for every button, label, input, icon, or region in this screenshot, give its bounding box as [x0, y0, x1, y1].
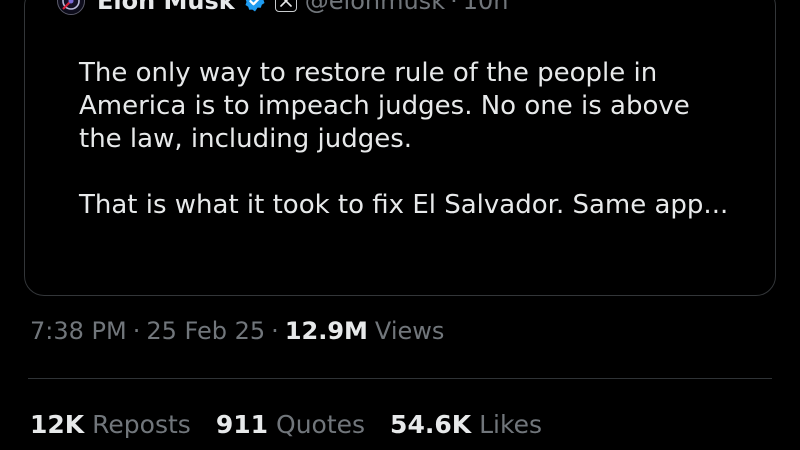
views-label: Views [374, 317, 445, 345]
quotes-stat[interactable]: 911 Quotes [216, 410, 365, 439]
likes-label: Likes [479, 409, 542, 439]
quoted-post-card[interactable]: Elon Musk @elonmusk · 10h The only way t… [24, 0, 776, 296]
reposts-stat[interactable]: 12K Reposts [30, 410, 191, 439]
text-line: America is to impeach judges. No one is … [79, 91, 690, 121]
verified-badge-icon [243, 0, 267, 13]
author-name[interactable]: Elon Musk [97, 0, 235, 15]
x-logo-icon [274, 0, 297, 12]
quoted-post-text: The only way to restore rule of the peop… [79, 57, 779, 222]
text-line: the law, including judges. [79, 124, 413, 154]
meta-separator: · [271, 317, 279, 345]
text-line: That is what it took to fix El Salvador.… [79, 190, 729, 220]
header-separator: · [450, 0, 458, 15]
likes-count: 54.6K [390, 409, 472, 439]
author-avatar[interactable] [57, 0, 85, 15]
views-count: 12.9M [284, 317, 368, 345]
likes-stat[interactable]: 54.6K Likes [390, 410, 542, 439]
reposts-label: Reposts [92, 409, 191, 439]
reposts-count: 12K [30, 409, 85, 439]
text-line: The only way to restore rule of the peop… [79, 58, 658, 88]
meta-separator: · [132, 317, 141, 345]
quotes-count: 911 [215, 409, 269, 439]
post-time-ago[interactable]: 10h [463, 0, 509, 15]
quoted-post-header: Elon Musk @elonmusk · 10h [57, 0, 508, 15]
author-handle[interactable]: @elonmusk [305, 0, 445, 15]
post-date[interactable]: 25 Feb 25 [146, 317, 265, 345]
engagement-stats: 12K Reposts 911 Quotes 54.6K Likes [30, 406, 567, 442]
post-meta-line: 7:38 PM · 25 Feb 25 · 12.9M Views [30, 314, 444, 348]
divider [28, 378, 772, 379]
quotes-label: Quotes [276, 409, 366, 439]
post-time[interactable]: 7:38 PM [30, 317, 127, 345]
avatar-image [62, 0, 80, 10]
